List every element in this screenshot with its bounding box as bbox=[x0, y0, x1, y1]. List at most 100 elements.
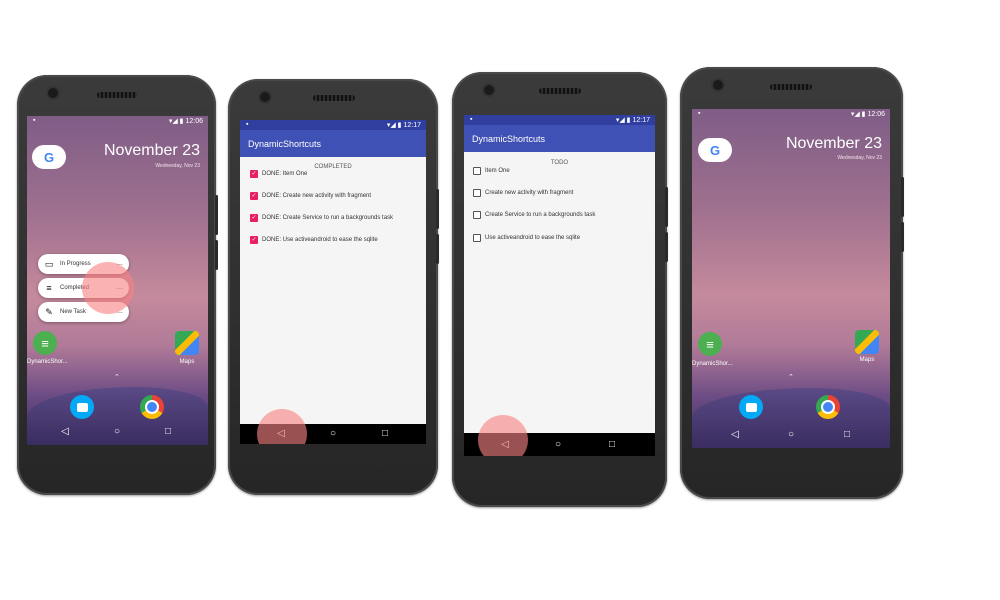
checkbox-checked-icon[interactable]: ✓ bbox=[250, 236, 258, 244]
task-text: Item One bbox=[485, 168, 510, 174]
status-info: ▾◢ ▮ 12:17 bbox=[615, 117, 650, 124]
recents-icon[interactable]: □ bbox=[382, 429, 388, 439]
app-label-maps: Maps bbox=[859, 357, 875, 363]
checkbox-checked-icon[interactable]: ✓ bbox=[250, 214, 258, 222]
status-bar: ▪ ▾◢ ▮ 12:17 bbox=[240, 120, 426, 130]
home-icon[interactable]: ○ bbox=[114, 427, 120, 437]
touch-indicator bbox=[478, 415, 528, 456]
task-item[interactable]: Item One bbox=[473, 167, 510, 175]
google-search-widget[interactable]: G bbox=[32, 145, 66, 169]
phone-todo-list: ▪ ▾◢ ▮ 12:17 DynamicShortcuts TODO Item … bbox=[452, 72, 668, 507]
date-widget[interactable]: November 23 bbox=[786, 135, 882, 153]
list-heading: TODO bbox=[550, 160, 569, 166]
status-bar: ▪ ▾◢ ▮ 12:17 bbox=[464, 115, 655, 125]
maps-app-icon[interactable] bbox=[175, 331, 199, 355]
date-sub: Wednesday, Nov 23 bbox=[837, 155, 882, 161]
task-item[interactable]: ✓ DONE: Create new activity with fragmen… bbox=[250, 192, 371, 200]
earpiece bbox=[97, 92, 137, 98]
status-info: ▾◢ ▮ 12:06 bbox=[168, 118, 203, 125]
task-text: Create Service to run a backgrounds task bbox=[485, 212, 596, 218]
task-item[interactable]: Create new activity with fragment bbox=[473, 189, 573, 197]
task-text: DONE: Create new activity with fragment bbox=[262, 193, 372, 199]
home-icon[interactable]: ○ bbox=[555, 439, 561, 450]
volume-button[interactable] bbox=[665, 232, 668, 262]
chrome-app-icon[interactable] bbox=[140, 395, 164, 419]
checkbox-unchecked-icon[interactable] bbox=[473, 189, 481, 197]
google-icon: G bbox=[709, 142, 721, 158]
checkbox-unchecked-icon[interactable] bbox=[473, 234, 481, 242]
task-item[interactable]: ✓ DONE: Use activeandroid to ease the sq… bbox=[250, 236, 378, 244]
task-item[interactable]: Use activeandroid to ease the sqlite bbox=[473, 234, 580, 242]
touch-indicator bbox=[82, 262, 134, 314]
dynamic-shortcuts-app-icon[interactable]: ≡ bbox=[698, 332, 722, 356]
app-label-dynamic: DynamicShor... bbox=[27, 359, 68, 365]
power-button[interactable] bbox=[901, 177, 904, 217]
front-camera bbox=[713, 80, 723, 90]
home-screen: ▪ ▾◢ ▮ 12:06 G November 23 Wednesday, No… bbox=[27, 116, 208, 445]
status-bar: ▪ ▾◢ ▮ 12:06 bbox=[27, 116, 208, 126]
front-camera bbox=[48, 88, 58, 98]
power-button[interactable] bbox=[436, 189, 439, 229]
volume-button[interactable] bbox=[215, 240, 218, 270]
shortcut-label: In Progress bbox=[60, 261, 91, 267]
dynamic-shortcuts-app-icon[interactable]: ≡ bbox=[33, 331, 57, 355]
toolbar-title: DynamicShortcuts bbox=[472, 133, 546, 144]
power-button[interactable] bbox=[215, 195, 218, 235]
maps-app-icon[interactable] bbox=[855, 330, 879, 354]
app-label-dynamic: DynamicShor... bbox=[692, 361, 733, 367]
task-text: Use activeandroid to ease the sqlite bbox=[485, 235, 581, 241]
phone-home: ▪ ▾◢ ▮ 12:06 G November 23 Wednesday, No… bbox=[680, 67, 904, 499]
task-item[interactable]: ✓ DONE: Create Service to run a backgrou… bbox=[250, 214, 393, 222]
todo-screen: ▪ ▾◢ ▮ 12:17 DynamicShortcuts TODO Item … bbox=[464, 115, 655, 456]
home-icon[interactable]: ○ bbox=[330, 429, 336, 439]
navigation-bar: ◁ ○ □ bbox=[27, 421, 208, 443]
task-item[interactable]: ✓ DONE: Item One bbox=[250, 170, 307, 178]
app-drawer-chevron-icon[interactable]: ⌃ bbox=[788, 373, 794, 381]
app-toolbar: DynamicShortcuts bbox=[240, 130, 426, 157]
checkbox-unchecked-icon[interactable] bbox=[473, 167, 481, 175]
date-widget[interactable]: November 23 bbox=[104, 142, 200, 160]
checkbox-checked-icon[interactable]: ✓ bbox=[250, 170, 258, 178]
task-item[interactable]: Create Service to run a backgrounds task bbox=[473, 211, 595, 219]
recents-icon[interactable]: □ bbox=[609, 439, 615, 450]
notification-icon: ▪ bbox=[470, 116, 473, 123]
checkbox-checked-icon[interactable]: ✓ bbox=[250, 192, 258, 200]
power-button[interactable] bbox=[665, 187, 668, 227]
home-icon[interactable]: ○ bbox=[788, 430, 794, 440]
earpiece bbox=[313, 95, 355, 101]
navigation-bar: ◁ ○ □ bbox=[692, 424, 890, 446]
earpiece bbox=[770, 84, 812, 90]
messages-app-icon[interactable] bbox=[70, 395, 94, 419]
google-icon: G bbox=[43, 149, 55, 165]
notification-icon: ▪ bbox=[246, 121, 249, 128]
back-icon[interactable]: ◁ bbox=[61, 427, 69, 437]
recents-icon[interactable]: □ bbox=[165, 427, 171, 437]
task-text: DONE: Item One bbox=[262, 171, 308, 177]
status-info: ▾◢ ▮ 12:17 bbox=[386, 122, 421, 129]
task-text: DONE: Create Service to run a background… bbox=[262, 215, 394, 221]
task-text: DONE: Use activeandroid to ease the sqli… bbox=[262, 237, 378, 243]
list-icon: ≡ bbox=[46, 283, 52, 293]
app-toolbar: DynamicShortcuts bbox=[464, 125, 655, 152]
completed-screen: ▪ ▾◢ ▮ 12:17 DynamicShortcuts COMPLETED … bbox=[240, 120, 426, 444]
back-icon[interactable]: ◁ bbox=[731, 430, 739, 440]
recents-icon[interactable]: □ bbox=[844, 430, 850, 440]
google-search-widget[interactable]: G bbox=[698, 138, 732, 162]
messages-app-icon[interactable] bbox=[739, 395, 763, 419]
toolbar-title: DynamicShortcuts bbox=[248, 138, 322, 149]
chrome-app-icon[interactable] bbox=[816, 395, 840, 419]
home-screen: ▪ ▾◢ ▮ 12:06 G November 23 Wednesday, No… bbox=[692, 109, 890, 448]
front-camera bbox=[484, 85, 494, 95]
volume-button[interactable] bbox=[901, 222, 904, 252]
status-info: ▾◢ ▮ 12:06 bbox=[850, 111, 885, 118]
app-drawer-chevron-icon[interactable]: ⌃ bbox=[114, 373, 120, 381]
touch-indicator bbox=[257, 409, 307, 444]
date-sub: Wednesday, Nov 23 bbox=[155, 163, 200, 169]
notification-icon: ▪ bbox=[698, 110, 701, 117]
app-label-maps: Maps bbox=[179, 359, 195, 365]
task-text: Create new activity with fragment bbox=[485, 190, 574, 196]
shortcut-label: New Task bbox=[60, 309, 86, 315]
status-bar: ▪ ▾◢ ▮ 12:06 bbox=[692, 109, 890, 119]
checkbox-unchecked-icon[interactable] bbox=[473, 211, 481, 219]
volume-button[interactable] bbox=[436, 234, 439, 264]
